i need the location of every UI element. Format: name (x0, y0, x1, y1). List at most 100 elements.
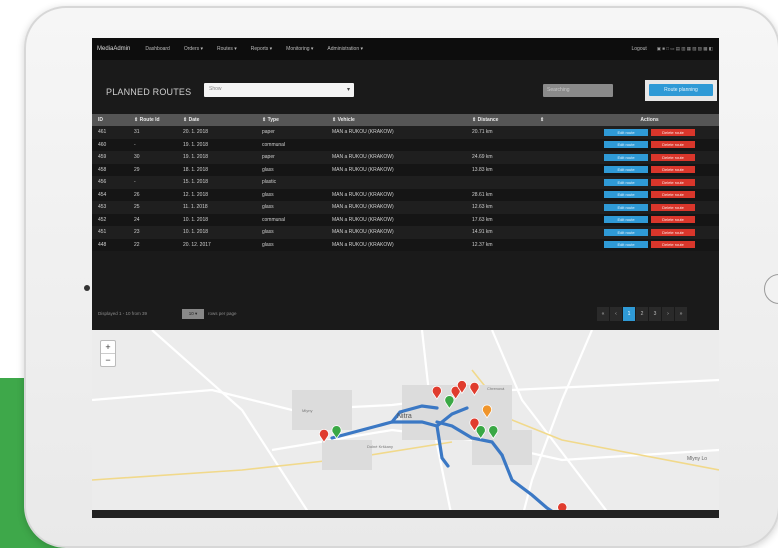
table-row: 452 24 10. 1. 2018 communal MAN a RUKOU (KRA… (92, 213, 719, 226)
per-page-label: rows per page (208, 311, 237, 316)
routes-table: ID ⇕ Route Id ⇕ Date ⇕ Type ⇕ Vehicle ⇕ … (92, 114, 719, 251)
cell-actions: Edit route Delete route (580, 228, 719, 236)
cell-id: 451 (98, 229, 107, 236)
brand-logo[interactable]: MediaAdmin (92, 46, 138, 52)
col-distance[interactable]: ⇕ Distance (472, 117, 540, 123)
page-button[interactable]: 2 (636, 307, 648, 321)
delete-route-button[interactable]: Delete route (651, 166, 695, 174)
cell-distance: 28.61 km (472, 191, 493, 198)
edit-route-button[interactable]: Edit route (604, 153, 648, 161)
delete-route-button[interactable]: Delete route (651, 203, 695, 211)
nav-monitoring[interactable]: Monitoring ▾ (279, 46, 320, 52)
route-map[interactable]: Nitra Mlyny Dolné Krškany Chrenová Mlyny… (92, 330, 719, 518)
page-header: PLANNED ROUTES Show ▾ Searching Route pl… (92, 78, 719, 106)
page-button[interactable]: 3 (649, 307, 661, 321)
home-button[interactable] (764, 274, 778, 304)
edit-route-button[interactable]: Edit route (604, 178, 648, 186)
delete-route-button[interactable]: Delete route (651, 241, 695, 249)
edit-route-button[interactable]: Edit route (604, 128, 648, 136)
col-route-id[interactable]: ⇕ Route Id (134, 117, 183, 123)
page-button[interactable]: « (597, 307, 609, 321)
page-button[interactable]: 1 (623, 307, 635, 321)
nav-reports[interactable]: Reports ▾ (244, 46, 279, 52)
add-button-wrap: Route planning (645, 80, 717, 101)
cell-type: communal (262, 216, 286, 223)
route-planning-button[interactable]: Route planning (649, 84, 713, 96)
cell-route-id: 30 (134, 154, 140, 161)
map-canvas[interactable]: Nitra Mlyny Dolné Krškany Chrenová Mlyny… (92, 330, 719, 518)
col-type[interactable]: ⇕ Type (262, 117, 332, 123)
table-row: 448 22 20. 12. 2017 glass MAN a RUKOU (KRAKO… (92, 238, 719, 251)
cell-date: 10. 1. 2018 (183, 229, 209, 236)
edit-route-button[interactable]: Edit route (604, 228, 648, 236)
select-placeholder: Show (209, 86, 222, 92)
cell-type: glass (262, 241, 274, 248)
col-vehicle[interactable]: ⇕ Vehicle (332, 117, 472, 123)
cell-date: 20. 1. 2018 (183, 129, 209, 136)
cell-route-id: 23 (134, 229, 140, 236)
route-filter-select[interactable]: Show ▾ (204, 83, 354, 97)
delete-route-button[interactable]: Delete route (651, 178, 695, 186)
showing-count: Displayed 1 - 10 from 39 (98, 311, 148, 316)
camera-dot (84, 285, 90, 291)
table-header: ID ⇕ Route Id ⇕ Date ⇕ Type ⇕ Vehicle ⇕ … (92, 114, 719, 126)
edit-route-button[interactable]: Edit route (604, 216, 648, 224)
table-row: 458 29 18. 1. 2018 glass MAN a RUKOU (KRAKOW… (92, 163, 719, 176)
cell-route-id: 31 (134, 129, 140, 136)
cell-actions: Edit route Delete route (580, 241, 719, 249)
cell-route-id: 24 (134, 216, 140, 223)
col-sort[interactable]: ⇕ (540, 117, 580, 123)
per-page-select[interactable]: 10 ▾ (182, 309, 204, 319)
page-button[interactable]: ‹ (610, 307, 622, 321)
edit-route-button[interactable]: Edit route (604, 241, 648, 249)
delete-route-button[interactable]: Delete route (651, 153, 695, 161)
col-date[interactable]: ⇕ Date (183, 117, 262, 123)
page-button[interactable]: › (662, 307, 674, 321)
cell-route-id: - (134, 141, 136, 148)
col-id[interactable]: ID (92, 117, 134, 123)
delete-route-button[interactable]: Delete route (651, 141, 695, 149)
table-row: 460 - 19. 1. 2018 communal Edit route Delete … (92, 138, 719, 151)
delete-route-button[interactable]: Delete route (651, 191, 695, 199)
edit-route-button[interactable]: Edit route (604, 166, 648, 174)
edit-route-button[interactable]: Edit route (604, 191, 648, 199)
table-row: 454 26 12. 1. 2018 glass MAN a RUKOU (KRAKOW… (92, 188, 719, 201)
nav-orders[interactable]: Orders ▾ (177, 46, 210, 52)
edit-route-button[interactable]: Edit route (604, 141, 648, 149)
cell-id: 448 (98, 241, 107, 248)
cell-actions: Edit route Delete route (580, 216, 719, 224)
delete-route-button[interactable]: Delete route (651, 216, 695, 224)
search-input[interactable]: Searching (543, 84, 613, 97)
logout-link[interactable]: Logout (621, 46, 656, 52)
cell-actions: Edit route Delete route (580, 153, 719, 161)
cell-type: glass (262, 204, 274, 211)
cell-date: 20. 12. 2017 (183, 241, 211, 248)
map-label-krskany: Dolné Krškany (367, 444, 393, 449)
col-actions: Actions (640, 117, 659, 123)
nav-dashboard[interactable]: Dashboard (138, 46, 176, 52)
zoom-out-button[interactable]: − (101, 354, 115, 366)
delete-route-button[interactable]: Delete route (651, 228, 695, 236)
cell-distance: 20.71 km (472, 129, 493, 136)
cell-type: plastic (262, 179, 277, 186)
col-route-id-label: Route Id (139, 117, 160, 123)
col-type-label: Type (267, 117, 279, 123)
cell-id: 453 (98, 204, 107, 211)
table-footer: Displayed 1 - 10 from 39 10 ▾ rows per p… (92, 300, 719, 330)
cell-actions: Edit route Delete route (580, 203, 719, 211)
cell-date: 12. 1. 2018 (183, 191, 209, 198)
nav-routes[interactable]: Routes ▾ (210, 46, 244, 52)
edit-route-button[interactable]: Edit route (604, 203, 648, 211)
cell-actions: Edit route Delete route (580, 178, 719, 186)
table-body: 461 31 20. 1. 2018 paper MAN a RUKOU (KRAKOW… (92, 126, 719, 251)
table-row: 456 - 15. 1. 2018 plastic Edit route Delete r… (92, 176, 719, 189)
search-placeholder: Searching (547, 87, 570, 93)
cell-date: 19. 1. 2018 (183, 141, 209, 148)
zoom-in-button[interactable]: + (101, 341, 115, 354)
cell-actions: Edit route Delete route (580, 191, 719, 199)
cell-distance: 14.91 km (472, 229, 493, 236)
nav-administration[interactable]: Administration ▾ (320, 46, 370, 52)
delete-route-button[interactable]: Delete route (651, 128, 695, 136)
page-button[interactable]: » (675, 307, 687, 321)
language-flags[interactable]: ▣ ■ □ ▭ ▤ ▥ ▦ ▧ ▨ ▩ ◧ (657, 46, 719, 52)
